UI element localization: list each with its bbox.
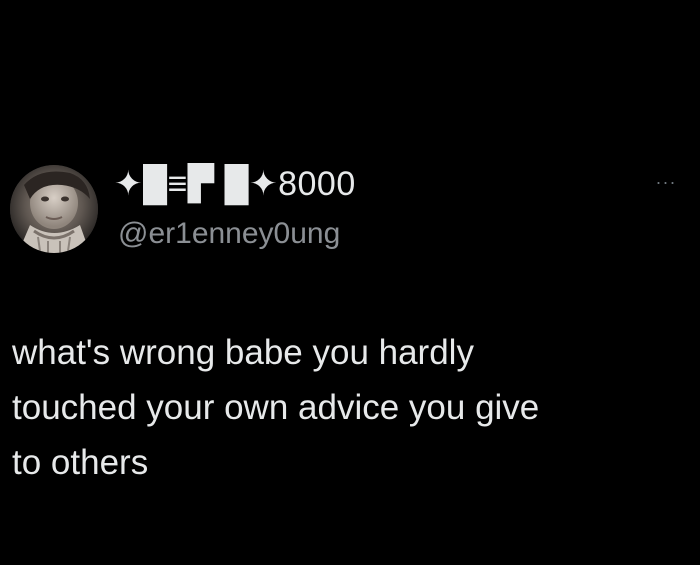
author-name-row[interactable]: ✦█≡▛ █✦8000	[114, 164, 356, 204]
avatar[interactable]	[10, 165, 98, 253]
tweet-text: what's wrong babe you hardly touched you…	[12, 333, 540, 482]
author-display-name[interactable]: ✦█≡▛ █✦8000	[114, 164, 356, 204]
tweet-card: ✦█≡▛ █✦8000 @er1enney0ung ··· what's wro…	[0, 0, 700, 565]
author-handle[interactable]: @er1enney0ung	[118, 214, 340, 254]
more-options-button[interactable]: ···	[646, 170, 686, 194]
more-horizontal-icon: ···	[655, 172, 677, 192]
avatar-photo	[10, 165, 98, 253]
